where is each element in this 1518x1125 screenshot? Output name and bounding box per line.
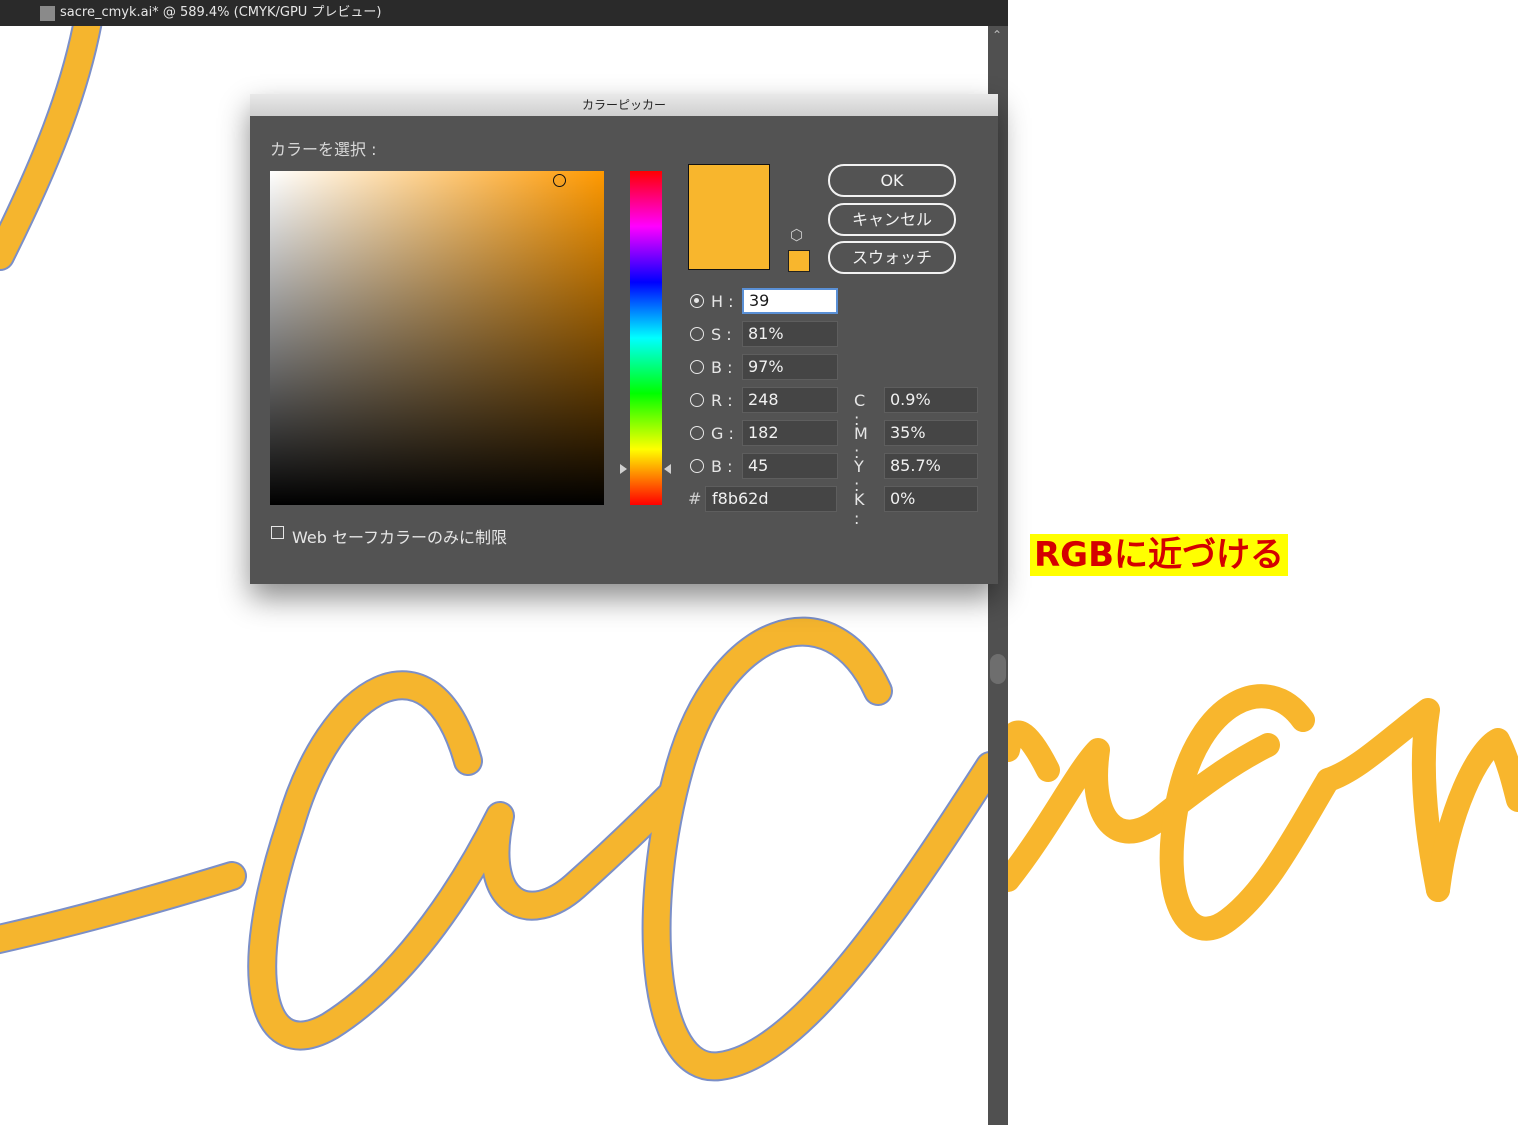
brightness-label: B :	[711, 358, 733, 377]
black-input[interactable]: 0%	[884, 486, 978, 512]
brightness-radio[interactable]	[690, 360, 704, 374]
hex-input[interactable]: f8b62d	[705, 486, 837, 512]
red-label: R :	[711, 391, 733, 410]
magenta-input[interactable]: 35%	[884, 420, 978, 446]
saturation-radio[interactable]	[690, 327, 704, 341]
current-color-swatch	[688, 164, 770, 270]
cancel-button[interactable]: キャンセル	[828, 203, 956, 236]
web-safe-label[interactable]: Web セーフカラーのみに制限	[292, 524, 507, 548]
red-input[interactable]: 248	[742, 387, 838, 413]
document-tab[interactable]: sacre_cmyk.ai* @ 589.4% (CMYK/GPU プレビュー)	[0, 0, 1008, 26]
in-gamut-color-swatch[interactable]	[788, 250, 810, 272]
select-color-label: カラーを選択 :	[270, 140, 377, 159]
red-radio[interactable]	[690, 393, 704, 407]
dialog-titlebar[interactable]: カラーピッカー	[250, 94, 998, 116]
saturation-label: S :	[711, 325, 732, 344]
blue-input[interactable]: 45	[742, 453, 838, 479]
cyan-input[interactable]: 0.9%	[884, 387, 978, 413]
blue-label: B :	[711, 457, 733, 476]
brightness-input[interactable]: 97%	[742, 354, 838, 380]
document-title: sacre_cmyk.ai* @ 589.4% (CMYK/GPU プレビュー)	[60, 5, 382, 20]
blue-radio[interactable]	[690, 459, 704, 473]
document-icon	[40, 6, 55, 21]
green-radio[interactable]	[690, 426, 704, 440]
black-label: K :	[854, 490, 865, 528]
scroll-up-chevron-icon[interactable]: ⌃	[992, 28, 1002, 42]
hue-slider-left-arrow-icon[interactable]	[620, 463, 627, 474]
color-picker-dialog: カラーピッカー カラーを選択 : ⬡ OK キャンセル スウォッチ H : 39…	[250, 94, 998, 584]
color-field-marker[interactable]	[552, 174, 566, 188]
annotation-caption: RGBに近づける	[1030, 534, 1289, 576]
saturation-brightness-field[interactable]	[270, 171, 604, 505]
gamut-warning-cube-icon[interactable]: ⬡	[790, 226, 803, 244]
green-label: G :	[711, 424, 734, 443]
hue-label: H :	[711, 292, 734, 311]
hue-slider-right-arrow-icon[interactable]	[664, 463, 671, 474]
ok-button[interactable]: OK	[828, 164, 956, 197]
hex-label: #	[688, 489, 702, 508]
swatches-button[interactable]: スウォッチ	[828, 241, 956, 274]
scroll-thumb[interactable]	[990, 654, 1006, 684]
green-input[interactable]: 182	[742, 420, 838, 446]
saturation-input[interactable]: 81%	[742, 321, 838, 347]
hue-slider[interactable]	[630, 171, 662, 505]
web-safe-checkbox[interactable]	[271, 526, 284, 539]
hue-radio[interactable]	[690, 294, 704, 308]
rgb-artwork-preview	[1008, 684, 1518, 941]
hue-input[interactable]: 39	[742, 288, 838, 314]
yellow-input[interactable]: 85.7%	[884, 453, 978, 479]
